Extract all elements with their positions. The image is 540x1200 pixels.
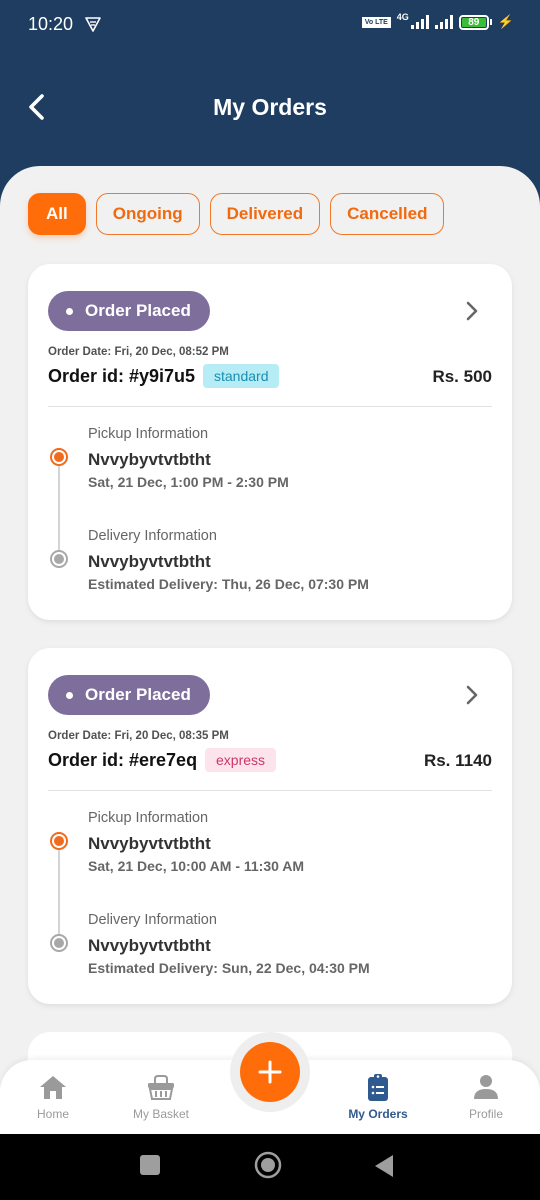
nav-label: My Orders xyxy=(348,1107,408,1121)
order-date: Order Date: Fri, 20 Dec, 08:52 PM xyxy=(48,346,229,358)
signal-icon-2 xyxy=(434,15,453,29)
pickup-name: Nvvybyvtvtbtht xyxy=(88,450,211,469)
order-date: Order Date: Fri, 20 Dec, 08:35 PM xyxy=(48,730,229,742)
nav-my-orders[interactable]: My Orders xyxy=(333,1060,423,1136)
nav-label: Profile xyxy=(468,1107,503,1121)
order-id: Order id: #y9i7u5 xyxy=(48,366,196,386)
app-header: My Orders xyxy=(0,52,540,162)
filter-chips: All Ongoing Delivered Cancelled xyxy=(28,193,445,235)
nav-profile[interactable]: Profile xyxy=(441,1060,531,1136)
volte-icon: Vo LTE xyxy=(361,16,391,28)
pickup-time: Sat, 21 Dec, 10:00 AM - 11:30 AM xyxy=(88,858,305,874)
basket-icon xyxy=(148,1075,174,1100)
status-time: 10:20 xyxy=(28,14,74,34)
delivery-time: Estimated Delivery: Sun, 22 Dec, 04:30 P… xyxy=(88,960,370,976)
status-text: Order Placed xyxy=(85,301,191,320)
clipboard-list-icon xyxy=(368,1074,388,1101)
status-dot-icon xyxy=(66,691,73,699)
page-title: My Orders xyxy=(213,94,327,120)
order-card[interactable]: Order Placed Order Date: Fri, 20 Dec, 08… xyxy=(28,264,512,620)
status-text: Order Placed xyxy=(85,685,191,704)
order-type-badge: express xyxy=(205,748,277,772)
delivery-name: Nvvybyvtvtbtht xyxy=(88,552,211,571)
status-bar: 10:20 Vo LTE 4G 89 ⚡ xyxy=(0,0,540,52)
home-button[interactable] xyxy=(254,1151,282,1179)
timeline-line xyxy=(58,458,60,558)
network-type: 4G xyxy=(396,12,409,22)
divider xyxy=(48,790,492,791)
delivery-dot-icon xyxy=(50,934,68,952)
nav-home[interactable]: Home xyxy=(8,1060,98,1136)
signal-icon xyxy=(410,15,429,29)
divider xyxy=(48,406,492,407)
home-icon xyxy=(40,1076,66,1099)
pickup-time: Sat, 21 Dec, 1:00 PM - 2:30 PM xyxy=(88,474,289,490)
user-icon xyxy=(474,1075,498,1099)
pickup-name: Nvvybyvtvtbtht xyxy=(88,834,211,853)
vpn-shield-icon xyxy=(85,17,101,32)
delivery-name: Nvvybyvtvtbtht xyxy=(88,936,211,955)
add-order-button[interactable] xyxy=(240,1042,300,1102)
nav-my-basket[interactable]: My Basket xyxy=(116,1060,206,1136)
order-price: Rs. 500 xyxy=(432,367,492,386)
charging-icon: ⚡ xyxy=(497,14,514,29)
delivery-time: Estimated Delivery: Thu, 26 Dec, 07:30 P… xyxy=(88,576,369,592)
chevron-right-icon[interactable] xyxy=(464,300,480,322)
status-badge: Order Placed xyxy=(48,675,210,715)
filter-all[interactable]: All xyxy=(28,193,86,235)
delivery-dot-icon xyxy=(50,550,68,568)
order-card[interactable]: Order Placed Order Date: Fri, 20 Dec, 08… xyxy=(28,648,512,1004)
pickup-label: Pickup Information xyxy=(88,426,209,442)
pickup-dot-icon xyxy=(50,832,68,850)
timeline-line xyxy=(58,842,60,942)
plus-icon xyxy=(258,1060,282,1084)
delivery-label: Delivery Information xyxy=(88,912,217,928)
order-id: Order id: #ere7eq xyxy=(48,750,198,770)
filter-delivered[interactable]: Delivered xyxy=(209,193,321,235)
filter-ongoing[interactable]: Ongoing xyxy=(95,193,200,235)
order-price: Rs. 1140 xyxy=(423,751,492,770)
system-nav-bar xyxy=(0,1134,540,1200)
battery-icon: 89 xyxy=(458,14,492,30)
pickup-dot-icon xyxy=(50,448,68,466)
back-system-button[interactable] xyxy=(374,1154,394,1178)
recents-button[interactable] xyxy=(140,1155,160,1175)
delivery-label: Delivery Information xyxy=(88,528,217,544)
status-badge: Order Placed xyxy=(48,291,210,331)
status-dot-icon xyxy=(66,307,73,315)
nav-label: My Basket xyxy=(132,1107,189,1121)
pickup-label: Pickup Information xyxy=(88,810,209,826)
nav-label: Home xyxy=(36,1107,69,1121)
battery-level: 89 xyxy=(461,17,486,27)
chevron-right-icon[interactable] xyxy=(464,684,480,706)
filter-cancelled[interactable]: Cancelled xyxy=(330,193,445,235)
order-type-badge: standard xyxy=(203,364,280,388)
